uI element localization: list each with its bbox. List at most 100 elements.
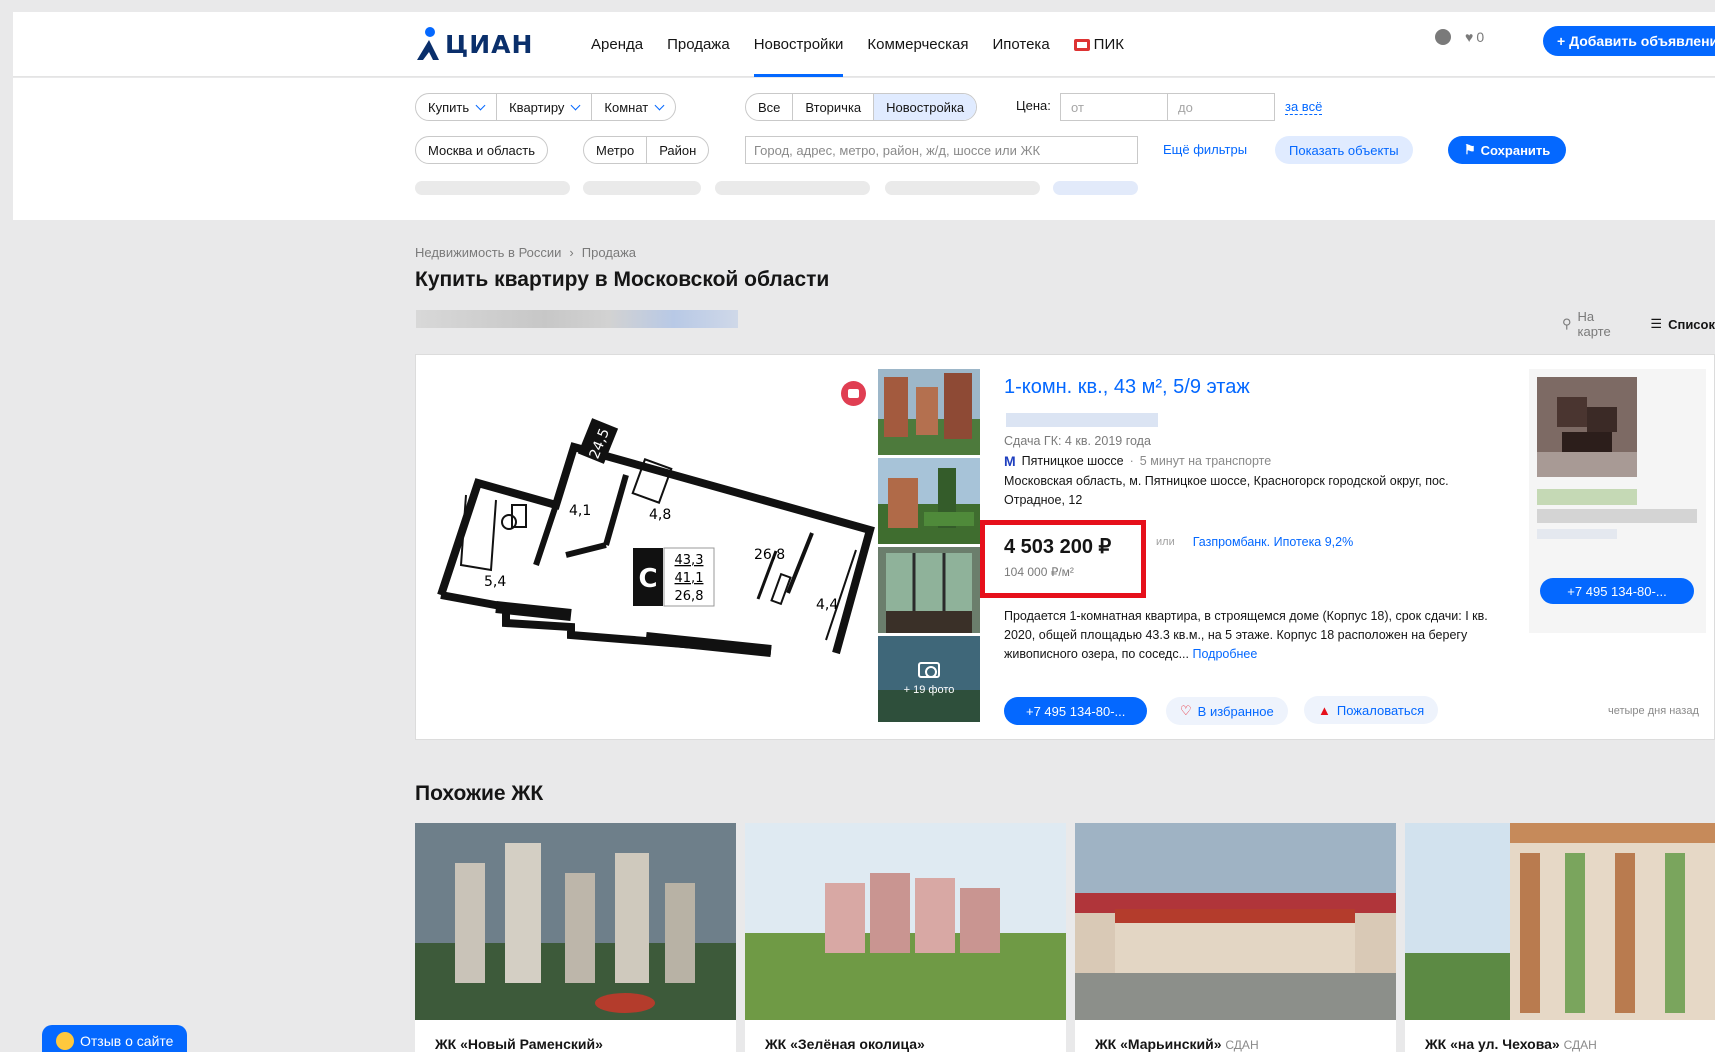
metro-separator: · [1129, 454, 1134, 468]
price-from-input[interactable]: от [1060, 93, 1168, 121]
map-view-link[interactable]: ⚲ На карте [1562, 309, 1630, 339]
plan-living-area: 41,1 [675, 571, 704, 586]
camera-icon [918, 662, 940, 678]
nav-item-new-buildings[interactable]: Новостройки [742, 12, 856, 77]
similar-complex-card[interactable]: ЖК «Зелёная околица» [745, 823, 1066, 1052]
rooms-select[interactable]: Комнат [592, 94, 675, 120]
save-search-label: Сохранить [1480, 142, 1551, 158]
chat-icon[interactable] [1435, 29, 1451, 45]
view-toggle: ⚲ На карте ☰ Список [1562, 309, 1715, 339]
warning-icon: ▲ [1318, 702, 1331, 718]
similar-section-title: Похожие ЖК [415, 782, 544, 805]
plan-kitchen-area: 26,8 [675, 589, 704, 604]
list-icon: ☰ [1650, 316, 1663, 331]
deal-select[interactable]: Купить [416, 94, 498, 120]
plan-total-area: 43,3 [675, 553, 704, 568]
listing-address: Московская область, м. Пятницкое шоссе, … [1004, 474, 1449, 507]
listing-photo[interactable] [878, 547, 980, 633]
favorites-count: 0 [1476, 29, 1485, 45]
object-select[interactable]: Квартиру [497, 94, 593, 120]
blurred-tag[interactable] [415, 181, 570, 195]
region-select[interactable]: Москва и область [415, 136, 549, 164]
smile-icon [56, 1032, 74, 1050]
left-strip [0, 0, 13, 1052]
add-listing-button[interactable]: + Добавить объявление [1543, 26, 1715, 56]
market-all[interactable]: Все [746, 94, 794, 120]
breadcrumb-item[interactable]: Недвижимость в России [415, 245, 561, 260]
site-feedback-button[interactable]: Отзыв о сайте [42, 1025, 188, 1052]
complex-name-text: ЖК «Зелёная околица» [765, 1036, 925, 1052]
logo-mark-icon [417, 27, 439, 60]
blurred-tag[interactable] [885, 181, 1040, 195]
price-highlight-frame [980, 520, 1146, 598]
nav-item-rent[interactable]: Аренда [579, 12, 655, 77]
logo[interactable]: ЦИАН [415, 26, 533, 62]
listing-photo[interactable] [878, 369, 980, 455]
plan-room-area: 4,4 [816, 597, 838, 613]
more-filters-link[interactable]: Ещё фильтры [1163, 142, 1247, 157]
price-unit-link[interactable]: за всё [1285, 99, 1323, 115]
complex-name: ЖК «Марьинский» СДАН [1095, 1036, 1259, 1052]
favorites-counter[interactable]: ♥ 0 [1465, 29, 1484, 45]
metro-tab[interactable]: Метро [584, 137, 648, 163]
blurred-complex-name[interactable] [1006, 413, 1158, 427]
add-to-favorites-button[interactable]: ♡ В избранное [1166, 697, 1288, 725]
agent-avatar[interactable] [1537, 377, 1637, 477]
nav-item-mortgage[interactable]: Ипотека [980, 12, 1061, 77]
listing-price: 4 503 200 ₽ [1004, 536, 1112, 558]
chevron-down-icon [475, 100, 486, 110]
price-to-input[interactable]: до [1167, 93, 1275, 121]
listing-card[interactable]: 24,5 4,1 4,8 5,4 26,8 4,4 C 43,3 41,1 26… [415, 354, 1715, 740]
mortgage-link[interactable]: Газпромбанк. Ипотека 9,2% [1193, 535, 1354, 549]
photo-strip: + 19 фото [878, 369, 980, 725]
listing-photo[interactable] [878, 458, 980, 544]
pixelated-avatar [1537, 377, 1637, 477]
object-select-value: Квартиру [509, 99, 565, 115]
nav-item-sale[interactable]: Продажа [655, 12, 742, 77]
floor-plan[interactable]: 24,5 4,1 4,8 5,4 26,8 4,4 C 43,3 41,1 26… [416, 355, 876, 739]
show-objects-button[interactable]: Показать объекты [1275, 136, 1413, 164]
more-photos-overlay: + 19 фото [878, 636, 980, 722]
more-photos[interactable]: + 19 фото [878, 636, 980, 722]
favorite-label: В избранное [1197, 703, 1274, 719]
building-photo [878, 369, 980, 455]
listing-title[interactable]: 1-комн. кв., 43 м², 5/9 этаж [1004, 376, 1250, 399]
plan-room-area: 4,1 [569, 503, 591, 519]
nav-item-commercial[interactable]: Коммерческая [855, 12, 980, 77]
show-phone-button[interactable]: +7 495 134-80-... [1004, 697, 1148, 725]
blurred-tag[interactable] [1053, 181, 1138, 195]
list-view-link[interactable]: ☰ Список [1650, 309, 1715, 339]
similar-complex-card[interactable]: ЖК «Новый Раменский» [415, 823, 736, 1052]
map-pin-icon: ⚲ [1562, 316, 1572, 331]
complex-name-text: ЖК «Новый Раменский» [435, 1036, 603, 1052]
breadcrumb-item[interactable]: Продажа [582, 245, 636, 260]
list-view-label: Список [1668, 316, 1715, 332]
building-photo [878, 458, 980, 544]
complain-label: Пожаловаться [1336, 702, 1425, 718]
market-new[interactable]: Новостройка [874, 94, 977, 120]
read-more-link[interactable]: Подробнее [1192, 647, 1257, 661]
blurred-agent-info [1537, 529, 1617, 539]
blurred-tag[interactable] [583, 181, 701, 195]
filters-panel: Купить Квартиру Комнат Все Вторичка Ново… [13, 78, 1715, 220]
agent-phone-button[interactable]: +7 495 134-80-... [1540, 578, 1694, 604]
main-nav: Аренда Продажа Новостройки Коммерческая … [579, 12, 1136, 77]
nav-item-pik[interactable]: ПИК [1062, 12, 1136, 77]
market-secondary[interactable]: Вторичка [793, 94, 875, 120]
metro-station[interactable]: Пятницкое шоссе [1022, 454, 1124, 468]
save-search-button[interactable]: ⚑ Сохранить [1448, 136, 1567, 164]
map-view-label: На карте [1577, 309, 1611, 339]
or-label: или [1156, 536, 1175, 548]
complain-button[interactable]: ▲ Пожаловаться [1304, 696, 1439, 724]
complex-photo [1405, 823, 1715, 1020]
complex-status: СДАН [1225, 1038, 1259, 1052]
deal-filter-group: Купить Квартиру Комнат [415, 93, 677, 121]
complex-name-text: ЖК «Марьинский» [1095, 1036, 1222, 1052]
blurred-tag[interactable] [715, 181, 870, 195]
video-icon[interactable] [841, 381, 866, 406]
district-tab[interactable]: Район [647, 137, 708, 163]
agent-block: +7 495 134-80-... [1529, 369, 1706, 633]
address-search-input[interactable]: Город, адрес, метро, район, ж/д, шоссе и… [745, 136, 1138, 164]
similar-complex-card[interactable]: ЖК «Марьинский» СДАН [1075, 823, 1396, 1052]
similar-complex-card[interactable]: ЖК «на ул. Чехова» СДАН [1405, 823, 1715, 1052]
